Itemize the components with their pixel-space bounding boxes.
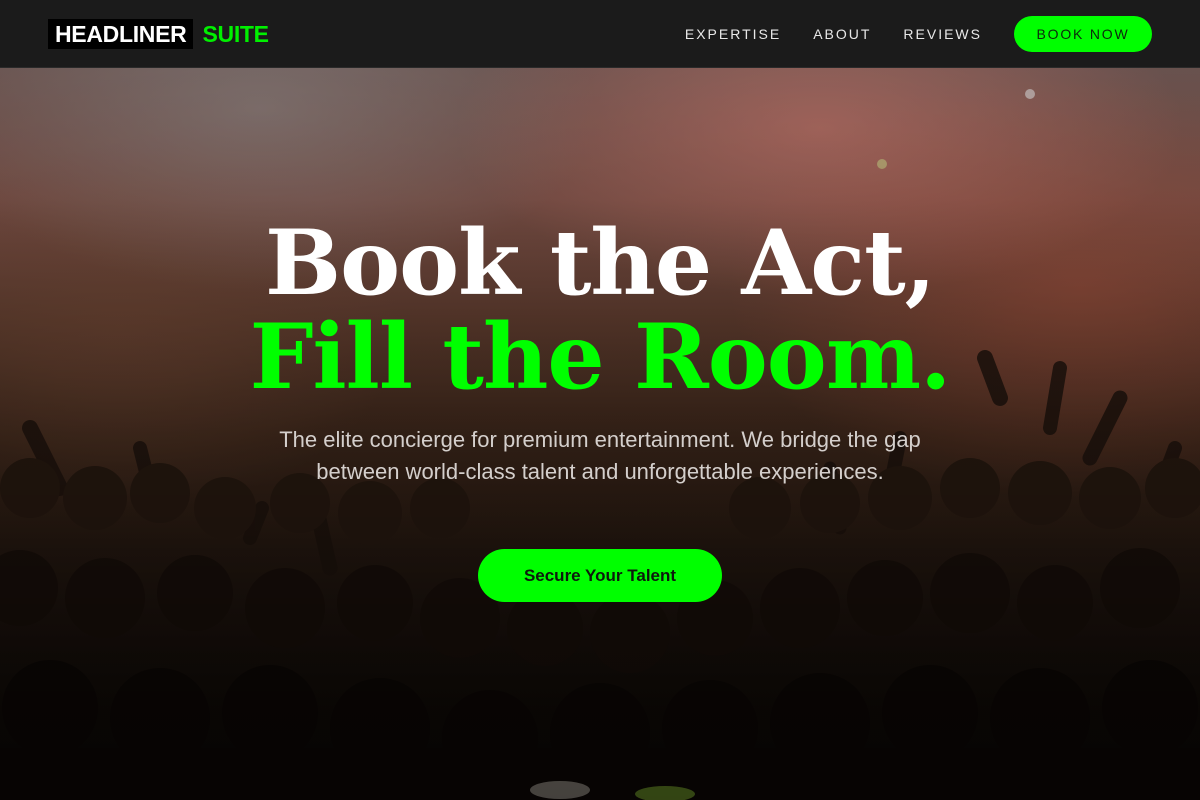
secure-talent-button[interactable]: Secure Your Talent bbox=[478, 549, 722, 602]
headline-line-2: Fill the Room. bbox=[249, 304, 952, 410]
nav-link-reviews[interactable]: REVIEWS bbox=[903, 26, 982, 42]
main-nav: EXPERTISE ABOUT REVIEWS BOOK NOW bbox=[685, 15, 1152, 52]
logo-accent-text: SUITE bbox=[202, 20, 269, 47]
nav-link-about[interactable]: ABOUT bbox=[813, 26, 871, 42]
nav-link-expertise[interactable]: EXPERTISE bbox=[685, 26, 781, 42]
site-header: HEADLINER SUITE EXPERTISE ABOUT REVIEWS … bbox=[0, 0, 1200, 68]
logo[interactable]: HEADLINER SUITE bbox=[48, 18, 269, 49]
hero-subtitle: The elite concierge for premium entertai… bbox=[279, 427, 921, 484]
logo-main-text: HEADLINER bbox=[48, 18, 194, 49]
book-now-button[interactable]: BOOK NOW bbox=[1014, 15, 1152, 52]
